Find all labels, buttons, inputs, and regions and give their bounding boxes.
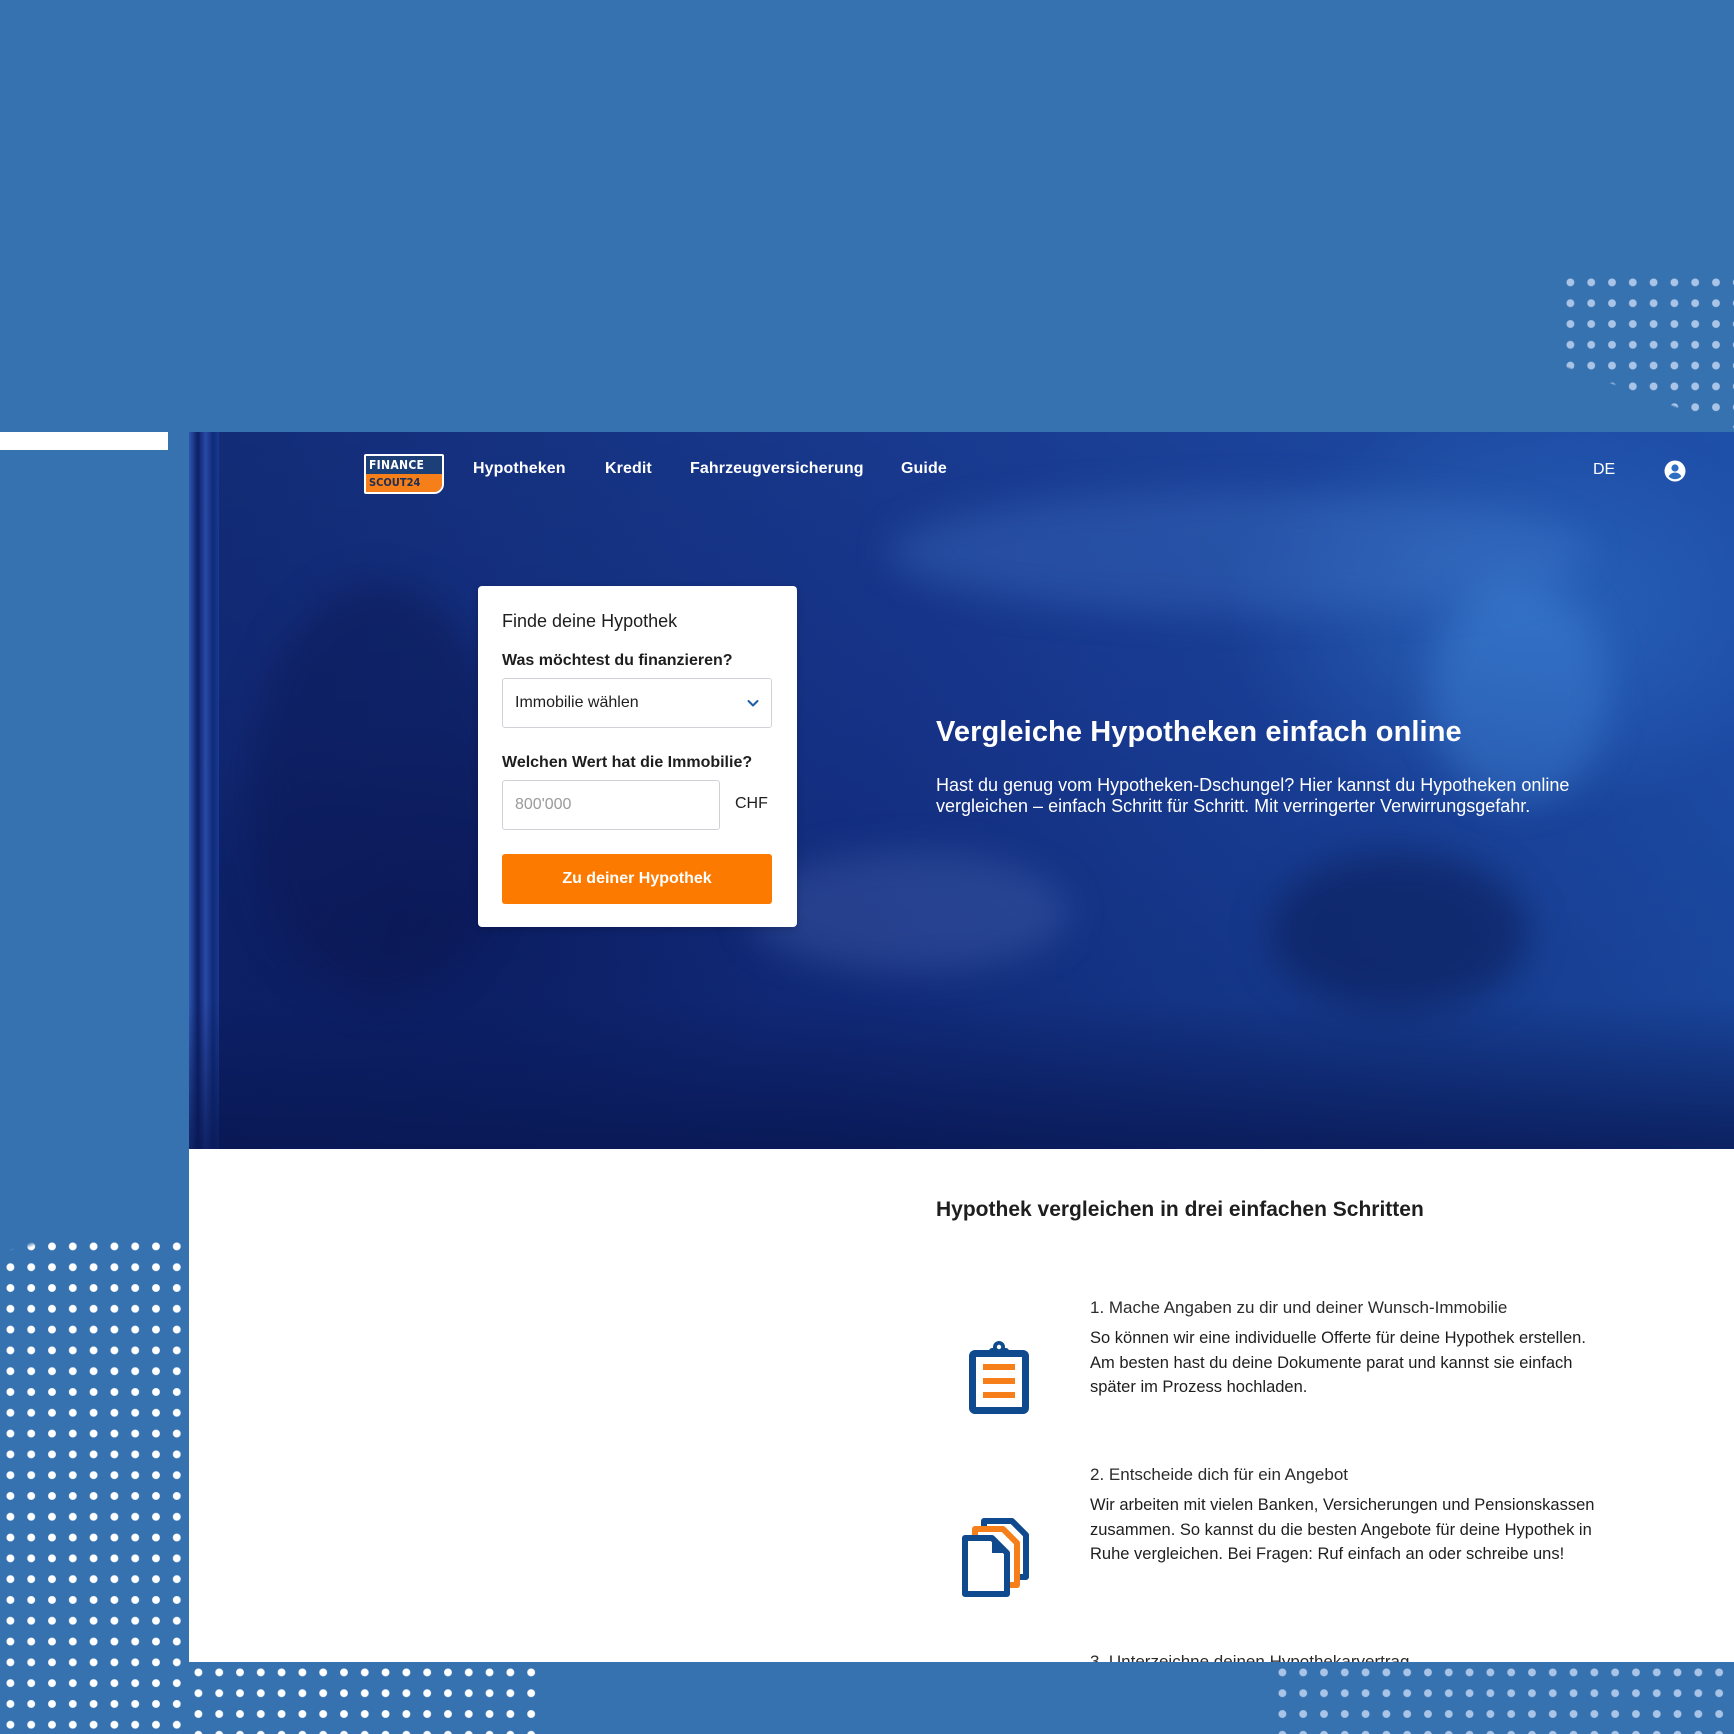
documents-icon xyxy=(956,1517,1036,1597)
property-value-label: Welchen Wert hat die Immobilie? xyxy=(502,754,753,771)
top-navigation: FINANCE SCOUT24 Hypotheken Kredit Fahrze… xyxy=(189,432,1734,508)
hero-background-image xyxy=(749,852,1069,972)
decorative-bar xyxy=(0,432,168,450)
decorative-dot-pattern xyxy=(1558,270,1734,430)
logo-line-1: FINANCE xyxy=(366,456,442,474)
hero-title: Vergleiche Hypotheken einfach online xyxy=(936,716,1462,748)
clipboard-icon xyxy=(956,1338,1036,1418)
hero-shade xyxy=(189,999,1734,1149)
logo-line-2: SCOUT24 xyxy=(366,474,442,492)
nav-link-fahrzeugversicherung[interactable]: Fahrzeugversicherung xyxy=(690,460,864,478)
nav-link-kredit[interactable]: Kredit xyxy=(605,460,652,478)
step-description: So können wir eine individuelle Offerte … xyxy=(1090,1329,1586,1396)
hero-section: FINANCE SCOUT24 Hypotheken Kredit Fahrze… xyxy=(189,432,1734,1149)
hero-background-image xyxy=(249,582,509,1002)
nav-link-guide[interactable]: Guide xyxy=(901,460,947,478)
card-title: Finde deine Hypothek xyxy=(502,611,678,631)
currency-label: CHF xyxy=(735,795,768,812)
decorative-dot-pattern xyxy=(1272,1662,1734,1734)
mortgage-search-card: Finde deine Hypothek Was möchtest du fin… xyxy=(478,586,797,927)
nav-link-hypotheken[interactable]: Hypotheken xyxy=(473,460,566,478)
decorative-dot-pattern xyxy=(0,1236,189,1734)
property-type-value: Immobilie wählen xyxy=(515,694,639,711)
hero-background-image xyxy=(1269,852,1529,1012)
step-title: 2. Entscheide dich für ein Angebot xyxy=(1090,1465,1349,1484)
language-switcher[interactable]: DE xyxy=(1593,461,1615,479)
hero-description: Hast du genug vom Hypotheken-Dschungel? … xyxy=(936,775,1570,816)
finance-type-label: Was möchtest du finanzieren? xyxy=(502,652,733,669)
financescout24-logo[interactable]: FINANCE SCOUT24 xyxy=(364,454,444,494)
step-title: 1. Mache Angaben zu dir und deiner Wunsc… xyxy=(1090,1298,1508,1317)
decorative-dot-pattern xyxy=(189,1659,541,1734)
step-description: Wir arbeiten mit vielen Banken, Versiche… xyxy=(1090,1496,1595,1563)
property-type-select[interactable]: Immobilie wählen xyxy=(502,678,772,728)
submit-mortgage-button[interactable]: Zu deiner Hypothek xyxy=(502,854,772,904)
chevron-down-icon xyxy=(745,695,761,711)
property-value-input[interactable] xyxy=(502,780,720,830)
account-circle-icon[interactable] xyxy=(1664,460,1686,482)
hero-background-image xyxy=(889,492,1589,612)
hero-background-image xyxy=(1429,582,1609,802)
step-title: 3. Unterzeichne deinen Hypothekarvertrag xyxy=(1090,1652,1410,1662)
steps-heading: Hypothek vergleichen in drei einfachen S… xyxy=(936,1198,1424,1221)
website-screenshot: FINANCE SCOUT24 Hypotheken Kredit Fahrze… xyxy=(189,432,1734,1662)
